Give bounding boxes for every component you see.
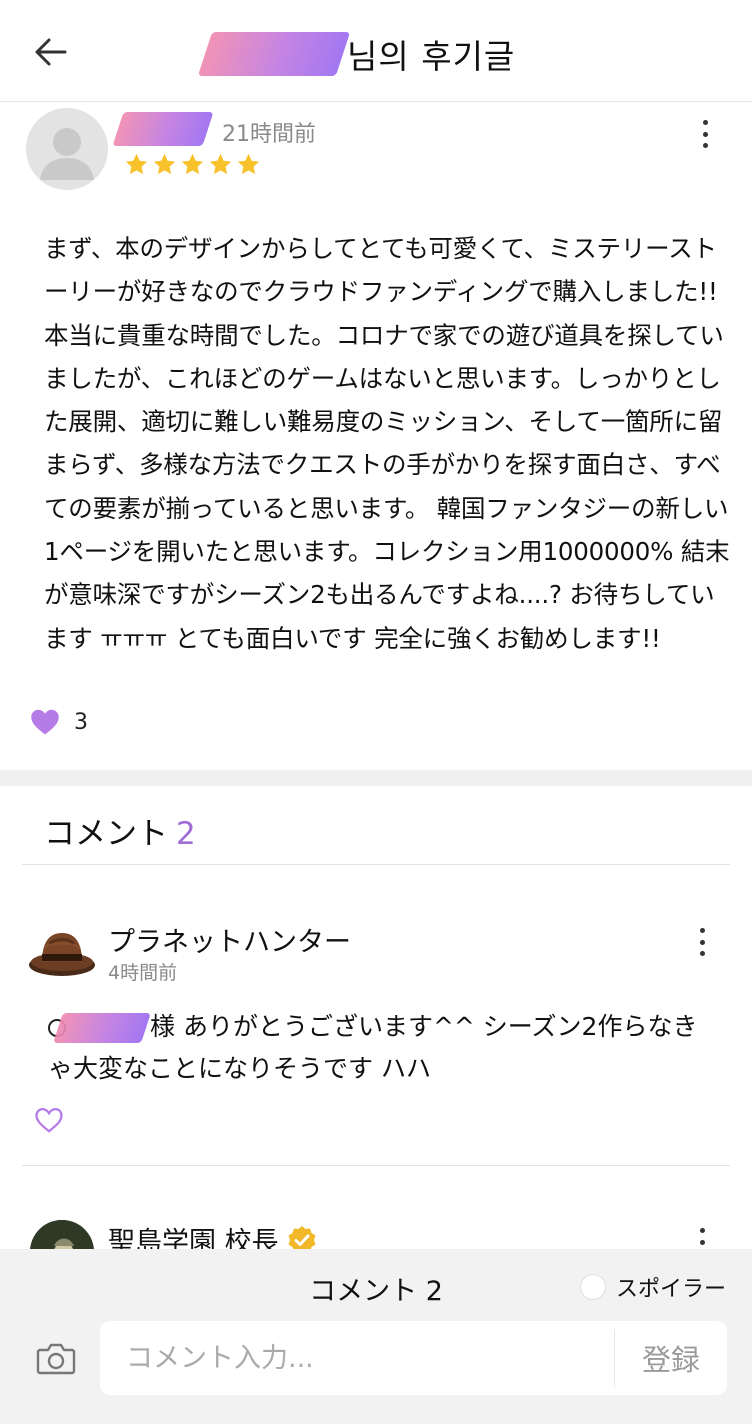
like-count: 3 (74, 709, 88, 735)
comment-item: プラネットハンター 4時間前 様 ありがとうございます^^ シーズン2作らなきゃ… (0, 866, 752, 1166)
top-app-bar: 님의 후기글 (0, 0, 752, 102)
section-divider (0, 770, 752, 786)
review-timestamp: 21時間前 (222, 122, 316, 147)
comment-input-box: 登録 (100, 1321, 727, 1395)
divider (22, 864, 730, 865)
star-icon (153, 153, 176, 175)
comment-composer: コメント 2 スポイラー 登録 (0, 1249, 752, 1424)
redacted-username (197, 32, 351, 76)
redacted-mention (53, 1013, 151, 1043)
more-options-icon[interactable] (690, 924, 714, 960)
star-icon (237, 153, 260, 175)
comments-header: コメント 2 (0, 786, 752, 866)
avatar[interactable] (26, 108, 108, 190)
more-options-icon[interactable] (693, 116, 717, 152)
star-icon (209, 153, 232, 175)
submit-button[interactable]: 登録 (615, 1321, 727, 1395)
redacted-reviewer-name (112, 112, 214, 146)
heart-outline-icon[interactable] (34, 1106, 64, 1134)
review-post: 21時間前 まず、本のデザインからしてとても可愛くて、ミステリーストーリーが好き… (0, 102, 752, 770)
spoiler-label: スポイラー (615, 1277, 726, 1302)
page-title: 님의 후기글 (347, 37, 516, 76)
camera-icon[interactable] (36, 1341, 76, 1375)
comment-timestamp: 4時間前 (108, 962, 178, 984)
review-text: まず、本のデザインからしてとても可愛くて、ミステリーストーリーが好きなのでクラウ… (44, 234, 730, 653)
spoiler-radio[interactable] (579, 1274, 606, 1300)
spoiler-toggle[interactable]: スポイラー (579, 1271, 726, 1303)
star-rating (124, 152, 261, 177)
fedora-hat-avatar-icon[interactable] (28, 924, 96, 980)
back-arrow-icon (35, 38, 67, 66)
commenter-name[interactable]: プラネットハンター (108, 920, 351, 959)
comments-label: コメント (44, 816, 168, 852)
comment-input[interactable] (100, 1321, 614, 1395)
comments-count: 2 (176, 816, 196, 852)
default-user-icon (40, 128, 94, 180)
comment-text: 様 ありがとうございます^^ シーズン2作らなきゃ大変なことになりそうです ハハ (48, 1006, 708, 1090)
star-icon (125, 153, 148, 175)
heart-filled-icon[interactable] (30, 708, 60, 736)
page-title-group: 님의 후기글 (197, 26, 516, 82)
comment-item: 聖島学園 校長 (0, 1166, 752, 1284)
star-icon (181, 153, 204, 175)
comments-title: コメント 2 (44, 808, 196, 853)
like-row: 3 (30, 708, 88, 736)
back-button[interactable] (30, 32, 70, 72)
